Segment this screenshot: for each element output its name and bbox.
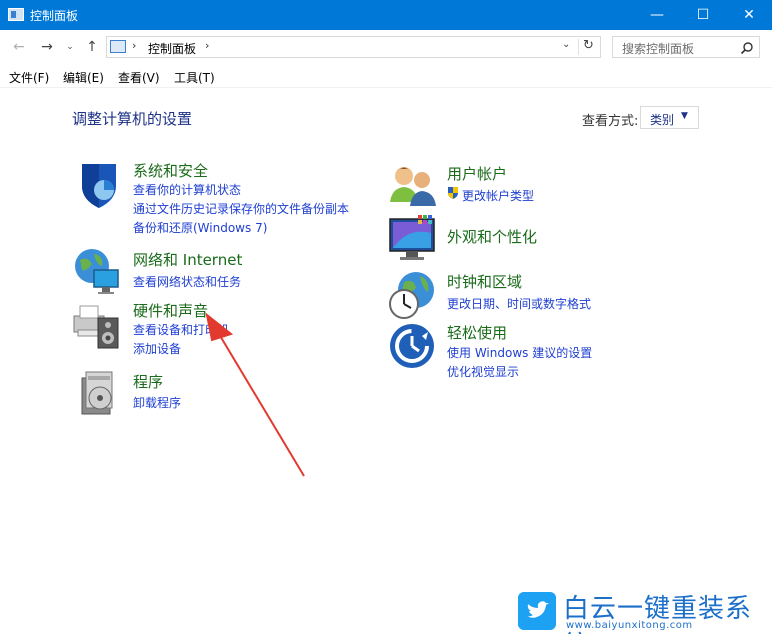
watermark-url: www.baiyunxitong.com [566,620,693,631]
bird-logo-icon [518,592,556,630]
annotation-arrow [205,312,305,477]
